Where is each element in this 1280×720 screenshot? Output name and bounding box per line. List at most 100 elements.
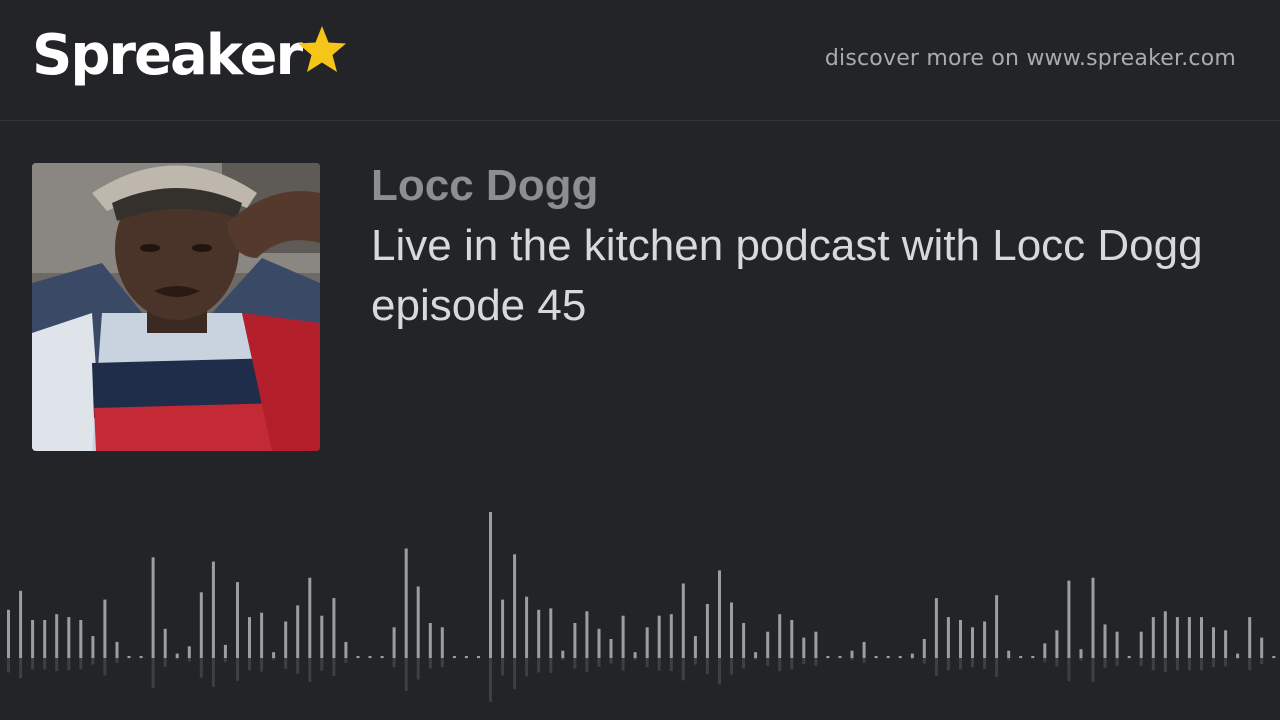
waveform-bar [115,641,119,658]
waveform-bar-reflection [260,658,264,672]
waveform-bar [380,656,384,658]
waveform-bar-reflection [657,658,661,671]
waveform-bar [440,627,444,658]
waveform-bar [790,620,794,658]
waveform-bar [1260,637,1264,658]
spreaker-logo[interactable]: Spreaker [32,24,347,100]
waveform-bar-reflection [103,658,107,676]
waveform-bar [284,621,288,658]
waveform-bar [922,639,926,658]
waveform-bar [356,656,360,658]
waveform-bar [199,592,203,658]
waveform-bar [43,620,47,658]
waveform-bar-reflection [272,658,276,660]
waveform-bar [862,641,866,658]
waveform-bar-reflection [1139,658,1143,666]
waveform-bar [549,608,553,658]
waveform-bar-reflection [139,658,143,659]
waveform-bar [657,615,661,658]
waveform-bar-reflection [91,658,95,665]
discover-more-link[interactable]: discover more on www.spreaker.com [825,46,1236,71]
waveform-bar-reflection [380,658,384,659]
waveform-bar [705,604,709,658]
waveform-bar [55,614,59,658]
waveform-bar-reflection [223,658,227,662]
waveform-bar [1139,631,1143,658]
waveform-bar [1091,577,1095,658]
waveform-bar [248,617,251,658]
waveform-bar [898,656,902,658]
waveform-bar [296,605,300,658]
waveform-bar-reflection [718,658,721,685]
waveform-bar-reflection [344,658,348,663]
waveform-bar [1019,656,1023,658]
waveform-bar [1272,656,1276,658]
waveform-bar [1067,580,1071,658]
waveform-bar [260,612,264,658]
waveform-bar [1187,617,1191,658]
waveform-bar-reflection [1103,658,1107,669]
waveform-bar-reflection [296,658,300,674]
waveform-bar [139,656,143,658]
waveform-bar [404,548,408,658]
waveform-bar [814,631,818,658]
waveform-bar-reflection [922,658,926,664]
waveform-bar [489,512,492,658]
waveform-bar-reflection [1115,658,1119,666]
waveform-bar [585,611,589,658]
waveform-bar-reflection [681,658,685,681]
waveform-bar [513,554,517,658]
waveform-bar-reflection [332,658,336,676]
waveform-bar-reflection [549,658,553,673]
waveform-bar [272,652,276,658]
show-name[interactable]: Locc Dogg [371,160,598,212]
waveform-bar [561,650,565,658]
waveform-bar-reflection [175,658,179,660]
waveform-bar-reflection [404,658,408,691]
waveform-bar-reflection [320,658,324,671]
waveform-bar-reflection [513,658,517,690]
waveform-bar [1175,617,1179,658]
waveform-bar [1007,650,1011,658]
waveform-bar [1115,631,1119,658]
waveform-bar-reflection [199,658,203,678]
waveform-bar [91,636,95,658]
waveform-bar [151,557,155,658]
waveform-bar-reflection [946,658,950,671]
waveform-bar [19,590,23,658]
waveform-bar [946,617,950,658]
waveform-bar-reflection [1163,658,1167,672]
waveform-bar [573,623,577,658]
waveform-bar [368,656,372,658]
waveform-bar [127,656,131,658]
podcast-cover-art [32,163,320,451]
waveform-bar-reflection [1091,658,1095,683]
audio-waveform[interactable] [0,500,1280,720]
waveform-bar-reflection [356,658,360,659]
waveform-bar [452,656,456,658]
waveform-bar-reflection [1236,658,1240,660]
waveform-bar [1224,630,1228,658]
waveform-bar-reflection [826,658,830,659]
waveform-bar [983,621,987,658]
waveform-bar [971,627,974,658]
waveform-bar-reflection [1151,658,1155,671]
waveform-bar [31,620,35,658]
waveform-bar-reflection [934,658,938,676]
waveform-bar-reflection [1043,658,1047,663]
waveform-bar-reflection [814,658,818,666]
waveform-bar-reflection [55,658,59,672]
waveform-bar-reflection [1079,658,1083,661]
waveform-bar-reflection [1031,658,1035,659]
waveform-bar [826,656,830,658]
waveform-bar-reflection [525,658,529,677]
waveform-bar-reflection [67,658,71,671]
waveform-bar-reflection [31,658,35,670]
waveform-bar [1212,627,1215,658]
waveform-bar-reflection [308,658,312,683]
waveform-bar-reflection [1067,658,1071,682]
waveform-bar-reflection [477,658,480,659]
waveform-bar-reflection [19,658,23,679]
waveform-bar-reflection [778,658,782,672]
waveform-bar [428,623,432,658]
